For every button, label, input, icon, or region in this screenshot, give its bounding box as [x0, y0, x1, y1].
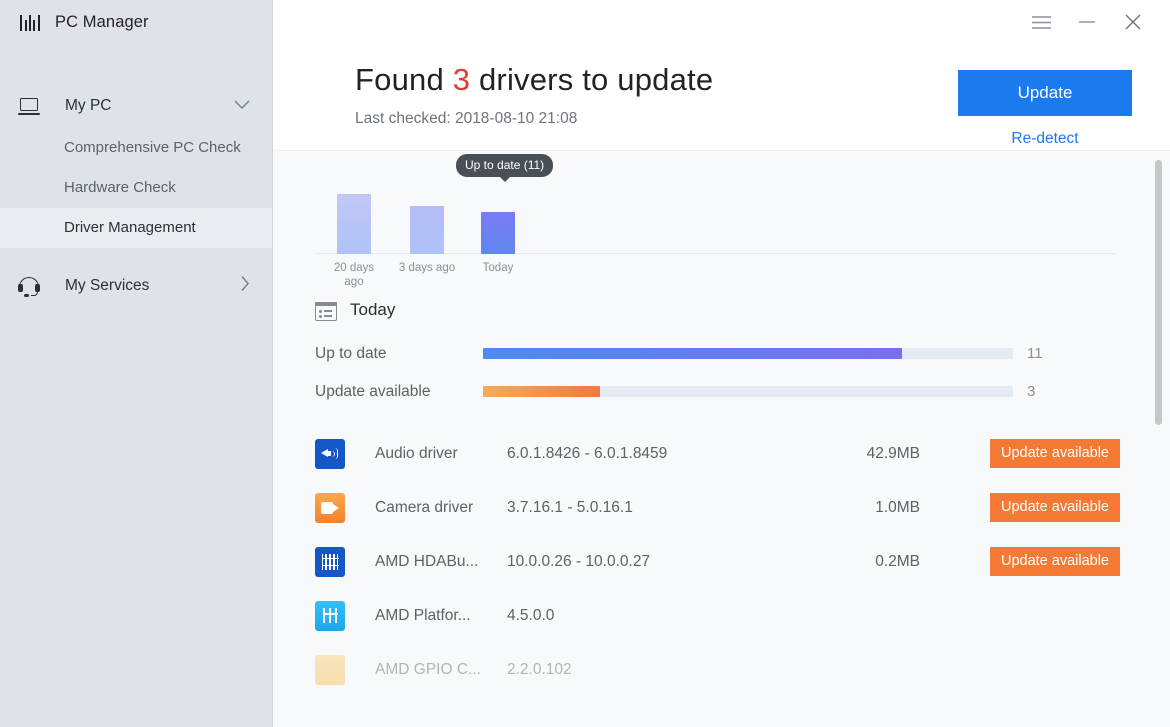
hamburger-menu-icon[interactable] [1018, 2, 1064, 42]
chart-bar-label: 3 days ago [398, 261, 456, 274]
page-title-prefix: Found [355, 62, 453, 97]
page-title-suffix: drivers to update [470, 62, 714, 97]
driver-name: Audio driver [375, 444, 458, 462]
today-stats: Up to date 11 Update available 3 [273, 335, 1170, 411]
sidebar-item-hardware-check-label: Hardware Check [64, 179, 176, 197]
table-row[interactable]: AMD Platfor... 4.5.0.0 [273, 589, 1170, 643]
status-badge[interactable]: Update available [989, 438, 1120, 469]
headset-icon [18, 276, 44, 297]
bar-rect [481, 211, 515, 254]
sidebar-item-hardware-check[interactable]: Hardware Check [0, 168, 272, 208]
bus-bars-icon [315, 546, 345, 577]
pc-manager-window: PC Manager My PC Comprehensive PC Check … [0, 0, 1170, 727]
driver-name: Camera driver [375, 498, 474, 516]
driver-version: 4.5.0.0 [507, 606, 555, 624]
gpio-icon [315, 654, 345, 685]
chart-bar-3-days-ago[interactable]: 3 days ago [399, 205, 455, 274]
content-scrollbar[interactable] [1155, 159, 1162, 425]
chevron-down-icon [234, 97, 250, 115]
driver-status: Update available [920, 492, 1120, 523]
driver-version: 3.7.16.1 - 5.0.16.1 [507, 498, 633, 516]
chart-tooltip-label: Up to date (11) [465, 157, 545, 172]
chart-bar-20-days-ago[interactable]: 20 days ago [334, 193, 374, 288]
titlebar [273, 0, 1170, 44]
driver-status: Update available [920, 546, 1120, 577]
brand-title: PC Manager [55, 12, 149, 31]
stat-value: 11 [1027, 345, 1043, 363]
chart-bar-label: Today [482, 261, 514, 274]
chart-tooltip: Up to date (11) [456, 153, 554, 182]
sidebar-item-my-pc[interactable]: My PC [0, 84, 272, 128]
driver-name: AMD GPIO C... [375, 660, 481, 678]
sidebar-item-comprehensive-pc-check-label: Comprehensive PC Check [64, 139, 241, 157]
platform-fork-icon [315, 600, 345, 631]
progress-fill [483, 386, 600, 398]
sidebar-item-comprehensive-pc-check[interactable]: Comprehensive PC Check [0, 128, 272, 168]
close-icon[interactable] [1110, 2, 1156, 42]
driver-size: 1.0MB [875, 498, 920, 516]
re-detect-link[interactable]: Re-detect [958, 130, 1132, 148]
driver-version: 2.2.0.102 [507, 660, 572, 678]
chart-bars: 20 days ago 3 days ago Today Up to date … [315, 153, 1116, 288]
sidebar-item-driver-management[interactable]: Driver Management [0, 208, 272, 248]
status-badge[interactable]: Update available [989, 546, 1120, 577]
driver-size: 42.9MB [866, 444, 920, 462]
stat-value: 3 [1027, 383, 1036, 401]
sidebar: PC Manager My PC Comprehensive PC Check … [0, 0, 273, 727]
header-actions: Update Re-detect [958, 70, 1132, 148]
brand: PC Manager [0, 0, 272, 44]
today-group-header: Today [273, 300, 1170, 321]
history-bar-chart: 20 days ago 3 days ago Today Up to date … [315, 151, 1116, 288]
content-scroll-region: 20 days ago 3 days ago Today Up to date … [273, 151, 1170, 697]
table-row[interactable]: Audio driver 6.0.1.8426 - 6.0.1.8459 42.… [273, 427, 1170, 481]
stat-label: Up to date [315, 344, 387, 362]
driver-size: 0.2MB [875, 552, 920, 570]
camera-icon [315, 492, 345, 523]
driver-version: 10.0.0.26 - 10.0.0.27 [507, 552, 651, 570]
driver-status: Update available [920, 438, 1120, 469]
stat-label: Update available [315, 382, 431, 400]
driver-name: AMD HDABu... [375, 552, 479, 570]
sidebar-item-my-pc-label: My PC [65, 97, 112, 114]
driver-list: Audio driver 6.0.1.8426 - 6.0.1.8459 42.… [273, 427, 1170, 697]
driver-name: AMD Platfor... [375, 606, 471, 624]
sidebar-item-driver-management-label: Driver Management [64, 219, 196, 237]
page-header: Found 3 drivers to update Last checked: … [273, 44, 1170, 151]
chevron-right-icon [240, 276, 250, 297]
update-button[interactable]: Update [958, 70, 1132, 116]
minimize-icon[interactable] [1064, 2, 1110, 42]
stat-row-update-available: Update available 3 [315, 373, 1170, 411]
sidebar-nav: My PC Comprehensive PC Check Hardware Ch… [0, 84, 272, 308]
progress-track [483, 348, 1013, 360]
chart-bar-label: 20 days ago [333, 261, 375, 288]
table-row[interactable]: Camera driver 3.7.16.1 - 5.0.16.1 1.0MB … [273, 481, 1170, 535]
chart-bar-today[interactable]: Today [481, 211, 515, 274]
calendar-icon [315, 300, 337, 321]
status-badge[interactable]: Update available [989, 492, 1120, 523]
table-row[interactable]: AMD GPIO C... 2.2.0.102 [273, 643, 1170, 697]
sidebar-item-my-services-label: My Services [65, 277, 150, 294]
bar-rect [410, 205, 444, 254]
table-row[interactable]: AMD HDABu... 10.0.0.26 - 10.0.0.27 0.2MB… [273, 535, 1170, 589]
stat-row-up-to-date: Up to date 11 [315, 335, 1170, 373]
pc-manager-logo-icon [18, 13, 42, 31]
sidebar-item-my-services[interactable]: My Services [0, 264, 272, 308]
driver-count: 3 [452, 62, 471, 97]
tooltip-tail [498, 175, 511, 182]
today-group-title: Today [350, 300, 396, 320]
speaker-icon [315, 438, 345, 469]
content-area: 20 days ago 3 days ago Today Up to date … [273, 150, 1170, 727]
main-panel: Found 3 drivers to update Last checked: … [273, 0, 1170, 727]
laptop-icon [18, 97, 44, 115]
driver-version: 6.0.1.8426 - 6.0.1.8459 [507, 444, 668, 462]
bar-rect [337, 193, 371, 254]
progress-fill [483, 348, 902, 360]
progress-track [483, 386, 1013, 398]
